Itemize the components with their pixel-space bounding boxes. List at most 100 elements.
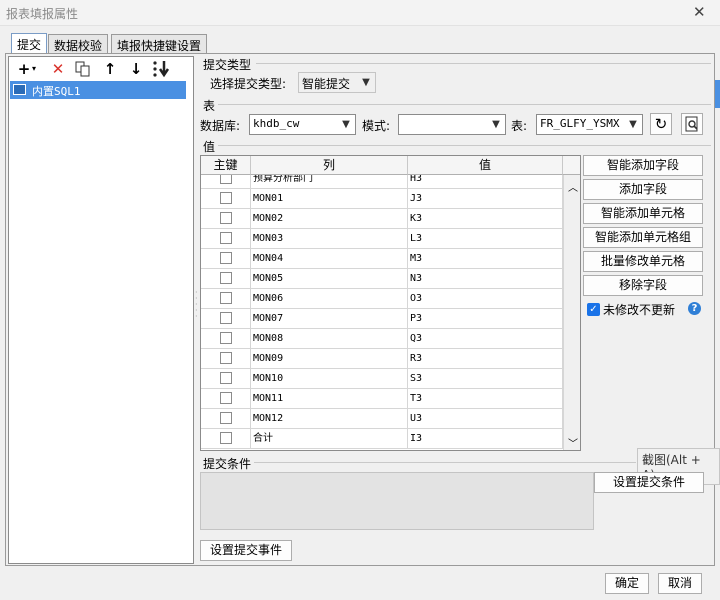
key-checkbox[interactable] xyxy=(220,412,232,424)
batch-edit-cell-button[interactable]: 批量修改单元格 xyxy=(583,251,703,272)
key-checkbox[interactable] xyxy=(220,312,232,324)
remove-field-button[interactable]: 移除字段 xyxy=(583,275,703,296)
field-mapping-table: 主键 列 值 预算分析部门 H3 MON01 J3 MON02 K3 MON03 L3 MON0… xyxy=(200,155,581,451)
sql-list-panel xyxy=(8,56,194,564)
close-icon[interactable]: ✕ xyxy=(693,3,706,21)
list-item[interactable]: 内置SQL1 xyxy=(10,81,186,99)
copy-icon[interactable] xyxy=(73,60,93,78)
key-checkbox[interactable] xyxy=(220,372,232,384)
database-select[interactable]: khdb_cw ▼ xyxy=(249,114,356,135)
add-field-button[interactable]: 添加字段 xyxy=(583,179,703,200)
sort-icon[interactable] xyxy=(150,59,172,79)
smart-add-cell-group-button[interactable]: 智能添加单元格组 xyxy=(583,227,703,248)
table-row[interactable]: MON09 R3 xyxy=(201,349,563,369)
key-checkbox[interactable] xyxy=(220,352,232,364)
column-cell[interactable]: MON07 xyxy=(251,309,408,328)
submit-type-select[interactable]: 智能提交 ▼ xyxy=(298,72,376,93)
ok-button[interactable]: 确定 xyxy=(605,573,649,594)
column-cell[interactable]: MON06 xyxy=(251,289,408,308)
table-row[interactable]: MON11 T3 xyxy=(201,389,563,409)
table-section-label: 表 xyxy=(203,99,216,113)
column-cell[interactable]: MON11 xyxy=(251,389,408,408)
column-cell[interactable]: MON04 xyxy=(251,249,408,268)
value-cell[interactable]: M3 xyxy=(408,249,563,268)
table-row[interactable]: MON04 M3 xyxy=(201,249,563,269)
table-row[interactable]: MON08 Q3 xyxy=(201,329,563,349)
table-row[interactable]: MON07 P3 xyxy=(201,309,563,329)
set-condition-button[interactable]: 设置提交条件 xyxy=(594,472,704,493)
splitter-handle[interactable]: · · · · · xyxy=(195,289,198,330)
value-cell[interactable]: K3 xyxy=(408,209,563,228)
move-up-icon[interactable]: ↑ xyxy=(100,60,120,78)
table-row[interactable]: MON02 K3 xyxy=(201,209,563,229)
scrollbar-thumb[interactable] xyxy=(567,293,578,443)
chevron-down-icon[interactable]: ▾ xyxy=(32,64,36,73)
condition-area[interactable] xyxy=(200,472,594,530)
table-row[interactable]: 合计 I3 xyxy=(201,429,563,449)
delete-icon[interactable]: ✕ xyxy=(48,60,68,78)
smart-add-cell-button[interactable]: 智能添加单元格 xyxy=(583,203,703,224)
key-checkbox[interactable] xyxy=(220,392,232,404)
column-cell[interactable]: MON08 xyxy=(251,329,408,348)
column-header-column[interactable]: 列 xyxy=(251,156,408,175)
key-checkbox[interactable] xyxy=(220,332,232,344)
value-cell[interactable]: T3 xyxy=(408,389,563,408)
tab-data-validation[interactable]: 数据校验 xyxy=(48,34,109,54)
table-row[interactable]: MON10 S3 xyxy=(201,369,563,389)
column-cell[interactable]: MON12 xyxy=(251,409,408,428)
chevron-up-icon[interactable]: ︿ xyxy=(568,179,578,194)
value-cell[interactable]: J3 xyxy=(408,189,563,208)
help-icon[interactable]: ? xyxy=(688,302,701,315)
vertical-scrollbar[interactable]: ︿ ﹀ xyxy=(563,175,580,450)
schema-select[interactable]: ▼ xyxy=(398,114,506,135)
column-cell[interactable]: MON05 xyxy=(251,269,408,288)
table-row[interactable]: MON05 N3 xyxy=(201,269,563,289)
key-checkbox[interactable] xyxy=(220,175,232,184)
table-row[interactable]: MON06 O3 xyxy=(201,289,563,309)
column-cell[interactable]: MON02 xyxy=(251,209,408,228)
value-cell[interactable]: N3 xyxy=(408,269,563,288)
value-cell[interactable]: O3 xyxy=(408,289,563,308)
value-cell[interactable]: L3 xyxy=(408,229,563,248)
column-cell[interactable]: 合计 xyxy=(251,429,408,448)
value-cell[interactable]: Q3 xyxy=(408,329,563,348)
table-row[interactable]: 预算分析部门 H3 xyxy=(201,175,563,189)
key-checkbox[interactable] xyxy=(220,252,232,264)
value-cell[interactable]: R3 xyxy=(408,349,563,368)
column-cell[interactable]: MON03 xyxy=(251,229,408,248)
refresh-icon[interactable]: ↻ xyxy=(650,113,672,135)
value-cell[interactable]: H3 xyxy=(408,175,563,188)
divider xyxy=(256,63,711,64)
column-cell[interactable]: 预算分析部门 xyxy=(251,175,408,188)
tab-submit[interactable]: 提交 xyxy=(11,33,48,53)
preview-icon[interactable] xyxy=(681,113,703,135)
key-checkbox[interactable] xyxy=(220,232,232,244)
table-row[interactable]: MON03 L3 xyxy=(201,229,563,249)
value-cell[interactable]: S3 xyxy=(408,369,563,388)
column-cell[interactable]: MON10 xyxy=(251,369,408,388)
table-row[interactable]: MON01 J3 xyxy=(201,189,563,209)
key-checkbox[interactable] xyxy=(220,192,232,204)
value-cell[interactable]: I3 xyxy=(408,429,563,448)
table-select[interactable]: FR_GLFY_YSMX ▼ xyxy=(536,114,643,135)
key-checkbox[interactable] xyxy=(220,272,232,284)
value-cell[interactable]: U3 xyxy=(408,409,563,428)
value-cell[interactable]: P3 xyxy=(408,309,563,328)
key-checkbox[interactable] xyxy=(220,212,232,224)
column-header-key[interactable]: 主键 xyxy=(201,156,251,175)
header-filler xyxy=(563,156,580,175)
column-cell[interactable]: MON09 xyxy=(251,349,408,368)
move-down-icon[interactable]: ↓ xyxy=(126,60,146,78)
cancel-button[interactable]: 取消 xyxy=(658,573,702,594)
key-checkbox[interactable] xyxy=(220,432,232,444)
add-icon[interactable]: + xyxy=(14,60,34,78)
column-header-value[interactable]: 值 xyxy=(408,156,563,175)
set-event-button[interactable]: 设置提交事件 xyxy=(200,540,292,561)
tab-shortcut-settings[interactable]: 填报快捷键设置 xyxy=(111,34,208,54)
key-checkbox[interactable] xyxy=(220,292,232,304)
chevron-down-icon[interactable]: ﹀ xyxy=(568,435,578,450)
smart-add-field-button[interactable]: 智能添加字段 xyxy=(583,155,703,176)
no-update-checkbox[interactable]: ✓ xyxy=(587,303,600,316)
table-row[interactable]: MON12 U3 xyxy=(201,409,563,429)
column-cell[interactable]: MON01 xyxy=(251,189,408,208)
